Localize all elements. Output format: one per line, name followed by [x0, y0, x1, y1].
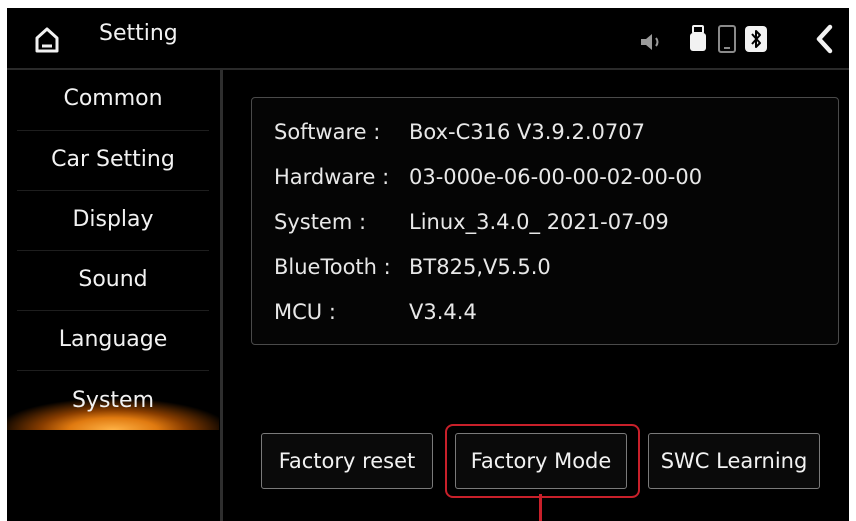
head-unit-screen: Setting Common Car Setting Display Sound [7, 8, 849, 521]
sidebar-divider [17, 370, 209, 371]
top-bar: Setting [7, 8, 849, 70]
info-label: MCU : [274, 300, 336, 324]
phone-icon [718, 25, 736, 53]
info-label: System : [274, 210, 367, 234]
sidebar-item-system[interactable]: System [7, 372, 219, 430]
highlight-box [445, 424, 640, 498]
factory-reset-button[interactable]: Factory reset [261, 433, 433, 489]
sidebar-item-sound[interactable]: Sound [7, 251, 219, 309]
bluetooth-icon [745, 26, 767, 52]
info-label: Hardware : [274, 165, 390, 189]
info-label: Software : [274, 120, 381, 144]
highlight-pointer-line [539, 494, 542, 521]
info-value: 03-000e-06-00-00-02-00-00 [409, 165, 703, 189]
info-value: Linux_3.4.0_ 2021-07-09 [409, 210, 669, 234]
back-icon[interactable] [813, 23, 837, 55]
sidebar-item-language[interactable]: Language [7, 311, 219, 369]
system-info-panel: Software : Box-C316 V3.9.2.0707 Hardware… [251, 97, 839, 345]
home-icon[interactable] [32, 25, 62, 55]
page-title: Setting [99, 21, 178, 46]
sidebar-item-car-setting[interactable]: Car Setting [7, 131, 219, 189]
info-value: V3.4.4 [409, 300, 477, 324]
usb-icon [690, 25, 706, 51]
sidebar-separator [220, 70, 223, 521]
sidebar: Common Car Setting Display Sound Languag… [7, 70, 219, 521]
sidebar-item-common[interactable]: Common [7, 70, 219, 128]
sidebar-item-display[interactable]: Display [7, 191, 219, 249]
info-value: BT825,V5.5.0 [409, 255, 551, 279]
volume-icon[interactable] [639, 32, 665, 52]
info-value: Box-C316 V3.9.2.0707 [409, 120, 645, 144]
swc-learning-button[interactable]: SWC Learning [648, 433, 820, 489]
info-label: BlueTooth : [274, 255, 391, 279]
